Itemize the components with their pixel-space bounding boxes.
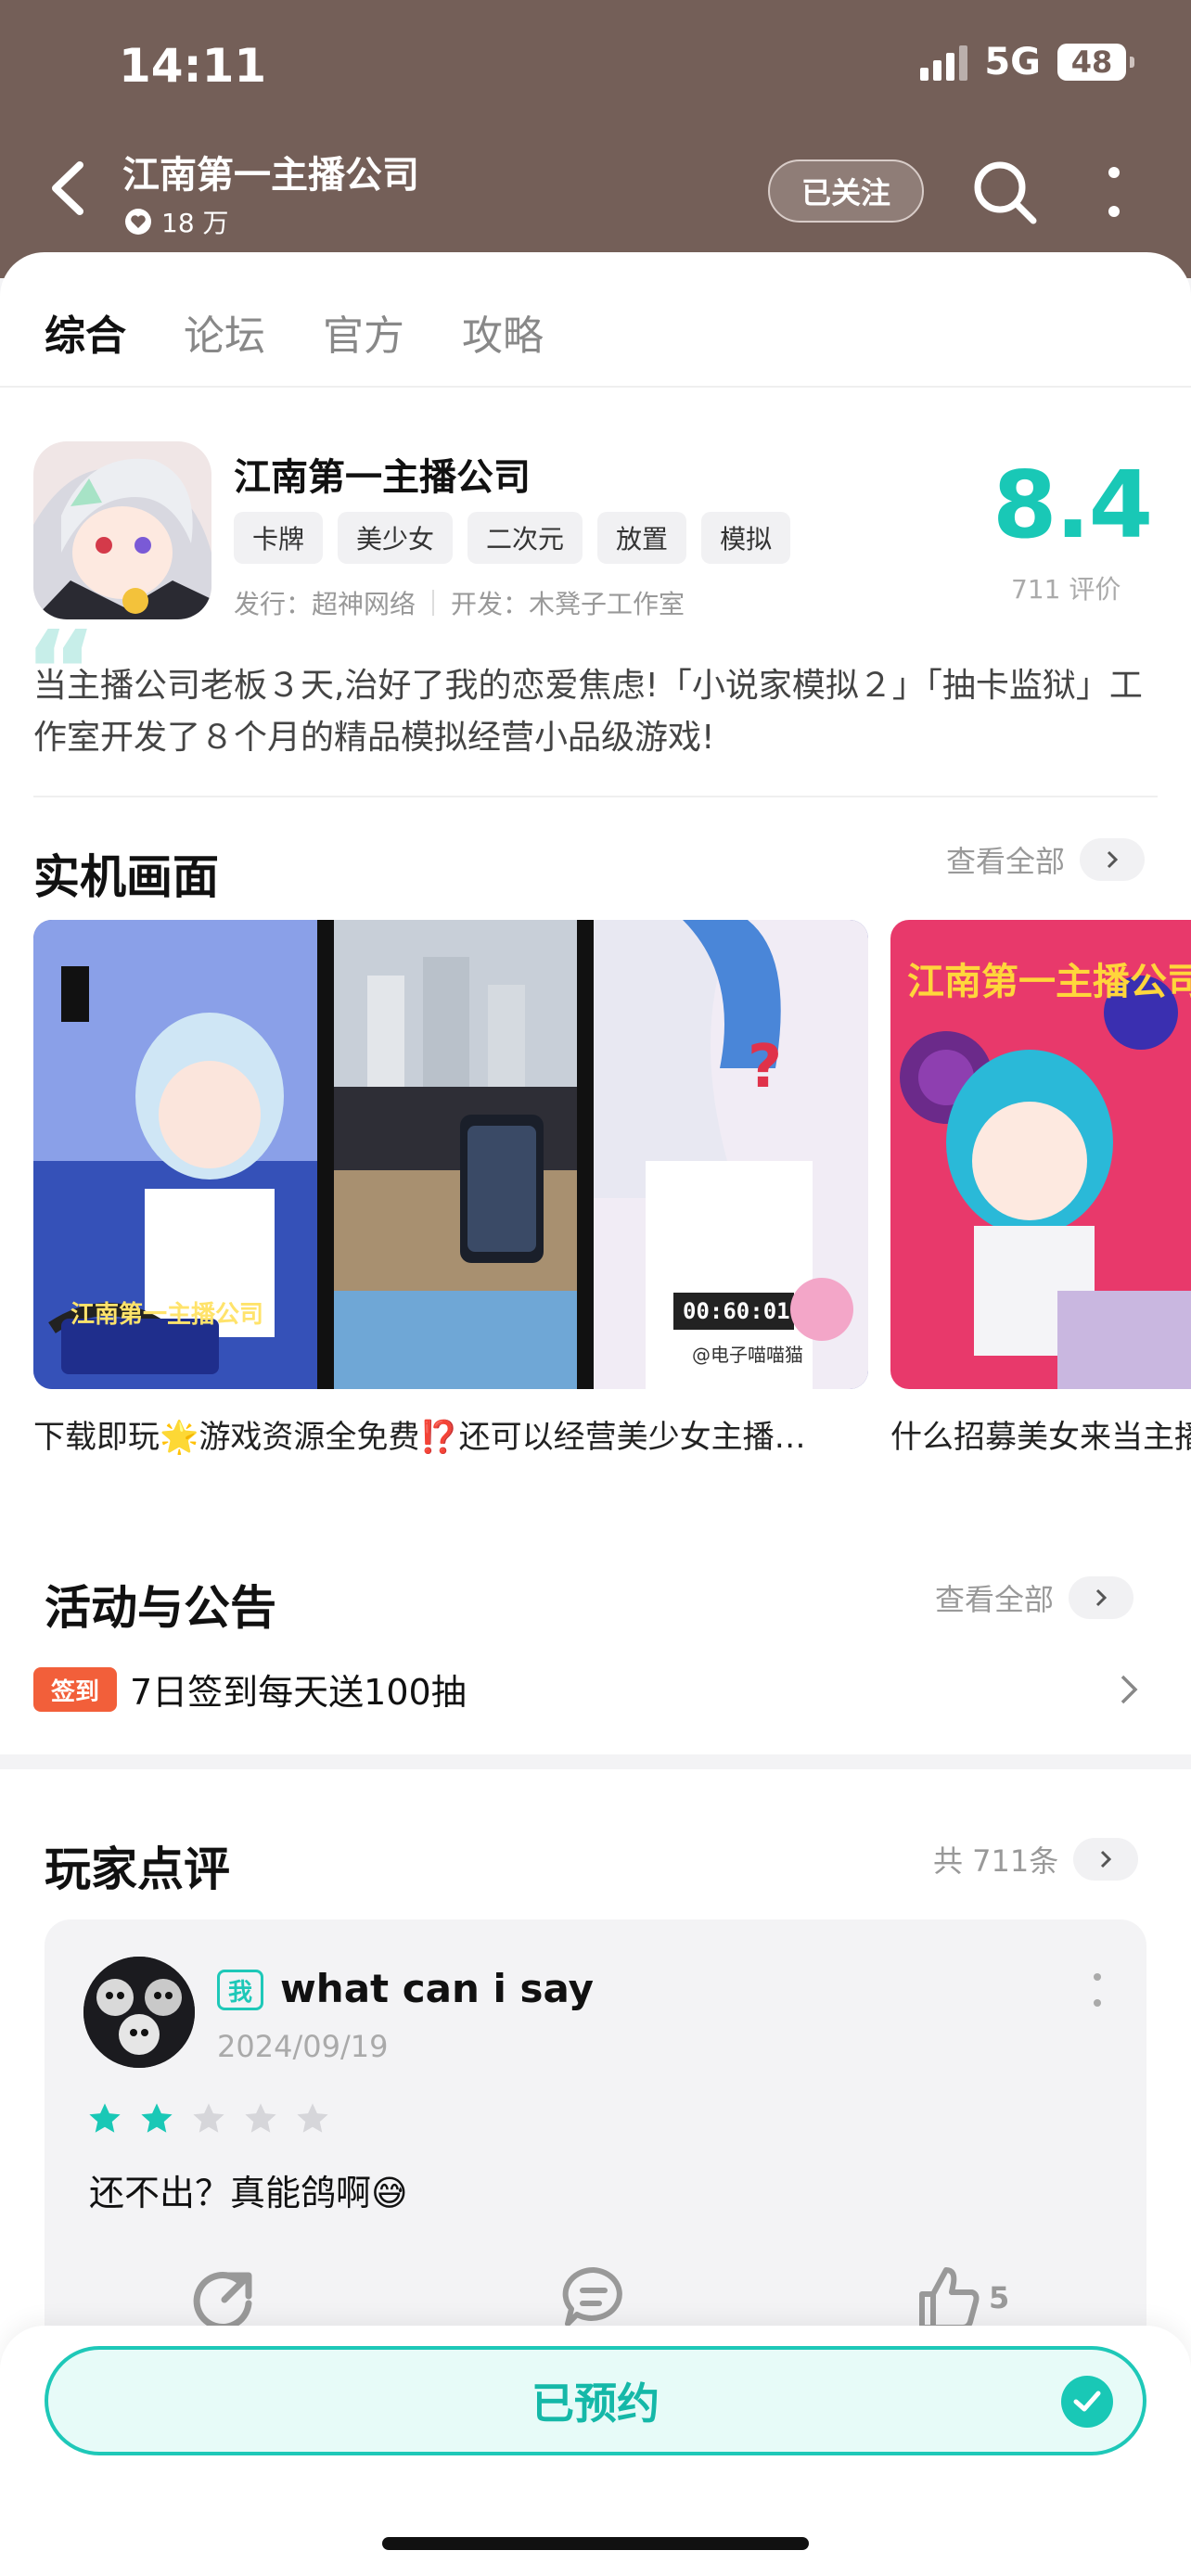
publisher-label[interactable]: 发行：超神网络	[234, 584, 416, 621]
back-icon[interactable]	[39, 156, 104, 221]
tab-official[interactable]: 官方	[323, 302, 404, 362]
star-empty-icon	[245, 2103, 276, 2133]
home-indicator[interactable]	[382, 2537, 809, 2550]
star-empty-icon	[297, 2103, 328, 2133]
tab-forum[interactable]: 论坛	[184, 302, 265, 362]
star-empty-icon	[193, 2103, 224, 2133]
heart-badge-icon	[125, 209, 151, 235]
chevron-right-icon	[1073, 1838, 1139, 1881]
rating-stars	[87, 2101, 330, 2136]
poster-logo: 江南第一主播公司	[70, 1300, 263, 1329]
review-username[interactable]: what can i say	[280, 1966, 594, 2011]
network-label: 5G	[984, 41, 1041, 83]
game-icon[interactable]	[33, 441, 211, 619]
signal-icon	[920, 44, 968, 81]
publisher-info: 发行：超神网络 开发：木凳子工作室	[234, 584, 685, 621]
check-icon	[1061, 2376, 1113, 2428]
developer-label[interactable]: 开发：木凳子工作室	[451, 584, 685, 621]
review-date: 2024/09/19	[217, 2029, 389, 2064]
chevron-right-icon[interactable]	[1119, 1673, 1141, 1706]
tab-bar: 综合 论坛 官方 攻略	[45, 302, 544, 367]
chevron-right-icon	[1069, 1576, 1134, 1619]
tag-chip[interactable]: 卡牌	[234, 512, 324, 564]
fans-count: 18 万	[124, 203, 229, 240]
comment-icon[interactable]	[558, 2263, 629, 2333]
chevron-right-icon	[1080, 838, 1146, 881]
svg-text:?: ?	[748, 1033, 782, 1102]
star-filled-icon	[141, 2103, 173, 2133]
rating-score: 8.4	[992, 451, 1153, 559]
activity-title: 活动与公告	[45, 1581, 276, 1635]
fans-label: 18 万	[161, 208, 229, 238]
screenshot-caption: 下载即玩🌟游戏资源全免费⁉️还可以经营美少女主播…	[33, 1419, 806, 1456]
status-indicators: 5G 48	[920, 41, 1134, 83]
share-icon[interactable]	[191, 2263, 262, 2333]
battery-icon: 48	[1057, 44, 1134, 81]
view-all-label: 查看全部	[935, 1582, 1055, 1617]
reviews-view-all[interactable]: 共 711条	[933, 1838, 1139, 1881]
tag-chip[interactable]: 放置	[597, 512, 687, 564]
follow-button[interactable]: 已关注	[768, 159, 924, 223]
tag-chip[interactable]: 二次元	[467, 512, 583, 564]
tab-guide[interactable]: 攻略	[462, 302, 544, 362]
game-name: 江南第一主播公司	[234, 456, 531, 499]
review-more-icon[interactable]	[1091, 1970, 1104, 2010]
reserve-button[interactable]: 已预约	[45, 2346, 1146, 2455]
timer-label: 00:60:01	[683, 1298, 790, 1324]
screenshot-image-2[interactable]: 江南第一主播公司	[890, 920, 1191, 1389]
reviews-title: 玩家点评	[45, 1843, 230, 1896]
more-options-icon[interactable]	[1100, 163, 1128, 221]
me-badge: 我	[217, 1970, 263, 2010]
tab-divider	[0, 386, 1191, 388]
meta-separator	[432, 590, 435, 616]
view-all-label: 查看全部	[946, 844, 1066, 879]
tag-chip[interactable]: 模拟	[701, 512, 791, 564]
watermark-label: @电子喵喵猫	[692, 1344, 803, 1366]
star-filled-icon	[89, 2103, 121, 2133]
header-title: 江南第一主播公司	[122, 154, 419, 197]
screens-title: 实机画面	[33, 850, 219, 904]
reviews-count: 共 711条	[933, 1843, 1059, 1879]
tag-chip[interactable]: 美少女	[338, 512, 454, 564]
section-divider	[33, 796, 1158, 797]
like-button[interactable]: 5	[915, 2263, 1009, 2333]
search-icon[interactable]	[970, 158, 1041, 228]
avatar[interactable]	[83, 1957, 195, 2068]
thumbs-up-icon	[919, 2267, 980, 2330]
like-count: 5	[989, 2280, 1010, 2315]
status-time: 14:11	[119, 39, 267, 93]
activity-item[interactable]: 7日签到每天送100抽	[130, 1664, 467, 1715]
review-text: 还不出？真能鸽啊😅	[89, 2173, 408, 2213]
tag-list: 卡牌 美少女 二次元 放置 模拟	[234, 512, 791, 564]
screenshot-video-1[interactable]: ? 00:60:01 @电子喵喵猫 江南第一主播公司	[33, 920, 868, 1389]
checkin-badge: 签到	[33, 1667, 117, 1712]
tab-overview[interactable]: 综合	[45, 302, 126, 367]
screenshot-caption: 什么招募美女来当主播	[890, 1419, 1191, 1456]
game-description: 当主播公司老板３天,治好了我的恋爱焦虑!「小说家模拟２」「抽卡监狱」工作室开发了…	[33, 667, 1143, 757]
poster-logo: 江南第一主播公司	[907, 961, 1191, 1003]
screens-view-all[interactable]: 查看全部	[946, 838, 1146, 881]
activity-view-all[interactable]: 查看全部	[935, 1576, 1134, 1619]
rating-count: 711 评价	[1011, 574, 1121, 605]
